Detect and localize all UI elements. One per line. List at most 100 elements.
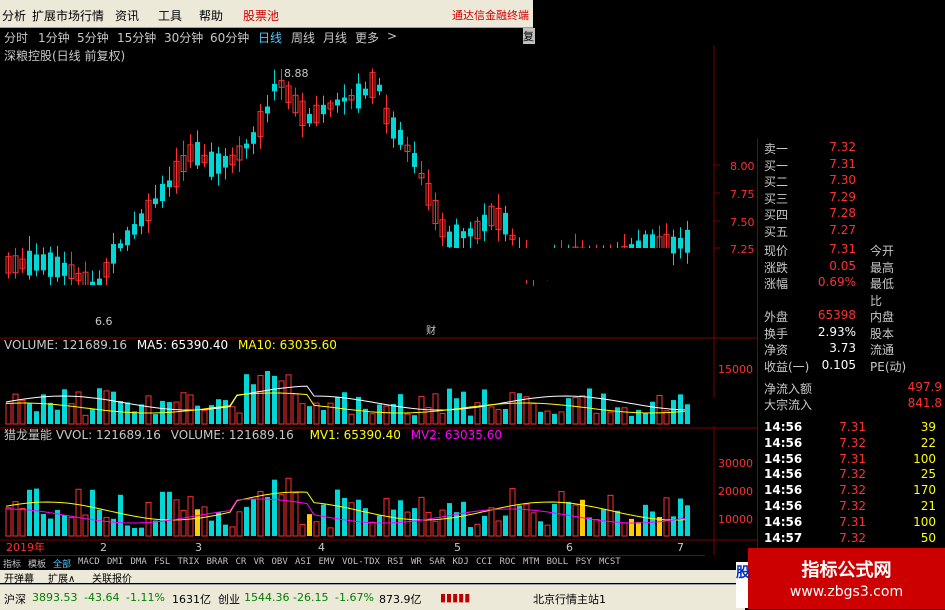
vvol-bar [27, 489, 32, 536]
vvol-bar [593, 519, 600, 537]
logo-url: www.zbgs3.com [789, 584, 904, 600]
stat-row: 现价 7.31 今开 [758, 242, 945, 258]
volume-bar [244, 374, 249, 424]
indicator-tab[interactable]: MCST [599, 557, 621, 567]
indicator-tab[interactable]: ROC [500, 557, 516, 567]
vvol-bar [552, 503, 557, 536]
candle-body [111, 244, 116, 264]
stat-value: 0.105 [821, 357, 856, 372]
vvol-bar [447, 503, 452, 536]
indicator-tab[interactable]: FSL [154, 557, 170, 567]
candle-body [132, 224, 137, 235]
tick-row: 14:56 7.31 100 [758, 515, 945, 531]
indicator-tab[interactable]: MACD [78, 557, 100, 567]
tick-row: 14:56 7.32 170 [758, 483, 945, 499]
vvol-bar [615, 510, 620, 536]
indicator-tab[interactable]: ASI [295, 557, 311, 567]
indicator-tab[interactable]: KDJ [453, 557, 469, 567]
indicator-tab[interactable]: MTM [523, 557, 539, 567]
indicator-tab[interactable]: VOL-TDX [342, 557, 380, 567]
indicator-tab[interactable]: BOLL [547, 557, 569, 567]
indicator-tab[interactable]: EMV [319, 557, 335, 567]
vvol-bar [425, 512, 432, 537]
orderbook-row: 买五 7.27 [758, 223, 945, 239]
orderbook-label: 买二 [764, 175, 789, 189]
stat-value: 0.05 [829, 258, 856, 273]
indicator-tab[interactable]: SAR [429, 557, 445, 567]
volume-bar [509, 392, 516, 425]
related-quote-button[interactable]: 关联报价 [92, 570, 132, 585]
candle-body [482, 214, 487, 232]
barrage-toggle[interactable]: 开弹幕 [4, 570, 34, 585]
candle-body [251, 132, 256, 144]
volume-bar [257, 375, 264, 425]
vvol-bar [418, 496, 425, 537]
candle-body [335, 99, 340, 106]
tick-time: 14:56 [764, 514, 803, 529]
volume-bar [601, 393, 606, 424]
stat-row: 涨幅 0.69% 最低 [758, 275, 945, 291]
indicator-tab[interactable]: 模板 [28, 557, 46, 570]
vvol-bar [118, 494, 123, 536]
volume-bar [41, 394, 46, 424]
indicator-tab[interactable]: TRIX [178, 557, 200, 567]
server-name[interactable]: 北京行情主站1 [533, 591, 606, 607]
indicator-tab[interactable]: PSY [576, 557, 592, 567]
candle-body [209, 151, 214, 177]
vvol-bar [530, 512, 537, 537]
ma5-value: MA5: 65390.40 [137, 338, 228, 352]
indicator-tab[interactable]: CR [236, 557, 247, 567]
vvol-bar [335, 489, 340, 536]
vvol-bar [153, 520, 158, 536]
volume-bar [685, 404, 690, 424]
expand-toggle[interactable]: 扩展∧ [48, 570, 75, 585]
indicator-tab[interactable]: BRAR [207, 557, 229, 567]
logo-side-char: 股 [736, 562, 750, 608]
indicator-tab[interactable]: OBV [272, 557, 288, 567]
vvol-bar [12, 501, 19, 537]
mv1-value: MV1: 65390.40 [310, 428, 401, 442]
tick-time: 14:56 [764, 499, 803, 513]
candle-body [244, 143, 249, 149]
indicator-tab[interactable]: DMA [131, 557, 147, 567]
indicator-tab[interactable]: VR [254, 557, 265, 567]
volume-bar [307, 406, 312, 424]
indicator-tab[interactable]: 全部 [53, 557, 71, 570]
candle-body [118, 243, 123, 249]
candle-body [678, 237, 683, 249]
vvol-bar [517, 505, 522, 536]
vvol-bar [285, 477, 292, 537]
volume-bar [383, 405, 390, 425]
volume-bar [34, 411, 39, 424]
vvol-bar [180, 509, 187, 537]
volume-bar [12, 393, 19, 425]
kline-chart[interactable]: 深粮控股(日线 前复权) 8.88 6.6 8.00 7.75 7.50 7.2… [0, 0, 757, 555]
indicator-tab[interactable]: CCI [476, 557, 492, 567]
vvol-bar [629, 518, 634, 536]
stat-value: 0.69% [817, 275, 856, 289]
volume-bar [125, 402, 130, 424]
volume-bar [552, 413, 557, 424]
x-month-label: 5 [454, 541, 461, 554]
vvol-bar [251, 498, 256, 536]
stat-label2: PE(动) [870, 359, 907, 374]
volume-bar [369, 413, 376, 425]
volume-bar [265, 370, 270, 424]
stat-value: 3.73 [829, 341, 856, 355]
flow-row: 大宗流入 841.8 [758, 396, 945, 412]
volume-bar [251, 384, 256, 424]
volume-bar [412, 415, 417, 424]
vvol-bar [195, 509, 200, 536]
candle-body [363, 88, 368, 96]
candle-body [391, 117, 396, 139]
indicator-tab[interactable]: RSI [388, 557, 404, 567]
volume-value: VOLUME: 121689.16 [4, 338, 127, 352]
indicator-tab[interactable]: DMI [107, 557, 123, 567]
indicator-tab[interactable]: 指标 [3, 557, 21, 570]
tick-price: 7.32 [839, 467, 866, 482]
vvol-tick: 20000 [718, 485, 753, 498]
candle-body [671, 236, 676, 254]
x-month-label: 7 [677, 541, 684, 554]
event-marker[interactable]: 财 [426, 324, 436, 337]
indicator-tab[interactable]: WR [411, 557, 422, 567]
